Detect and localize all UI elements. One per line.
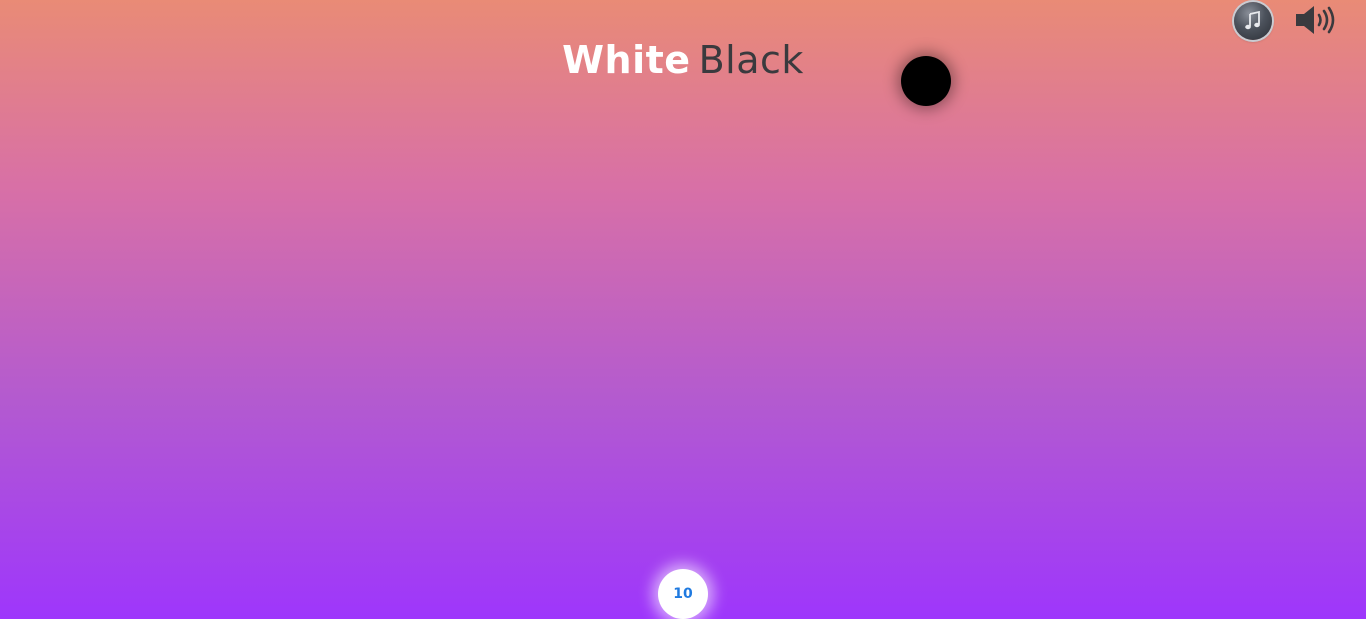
game-title: White Black	[0, 38, 1366, 82]
speaker-volume-icon	[1296, 6, 1335, 34]
music-toggle-button[interactable]	[1234, 2, 1272, 40]
player-white-ball[interactable]: 10	[658, 569, 708, 619]
title-white-word: White	[562, 38, 691, 83]
score-value: 10	[673, 586, 693, 602]
black-ball	[901, 56, 951, 106]
title-black-word: Black	[698, 38, 804, 83]
sound-toggle-button[interactable]	[1293, 2, 1339, 38]
music-note-icon	[1245, 10, 1260, 30]
